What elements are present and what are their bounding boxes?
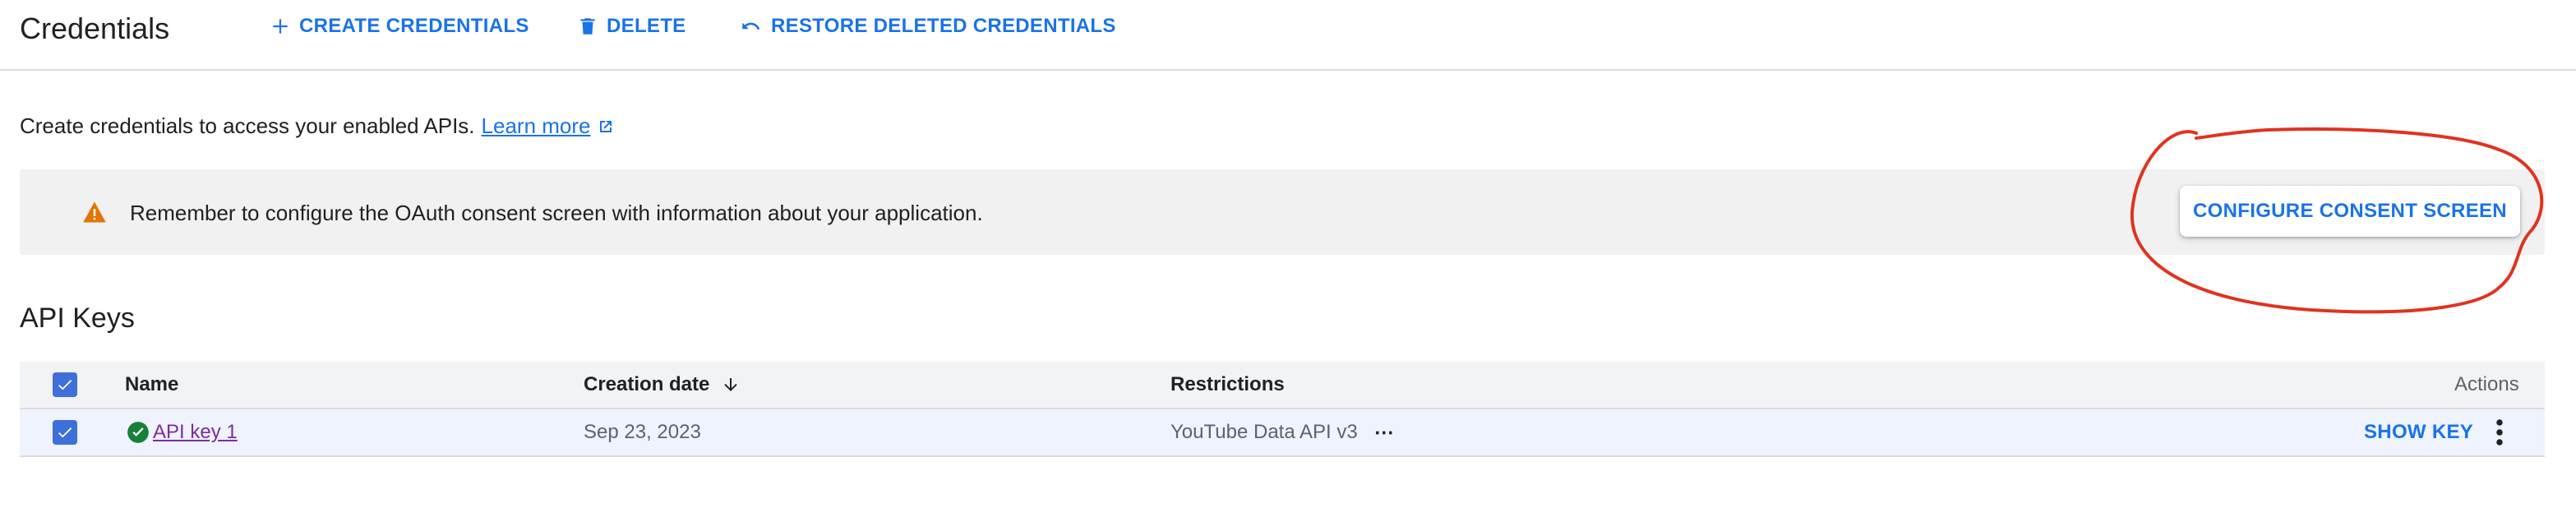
column-header-restrictions[interactable]: Restrictions (1170, 362, 1285, 408)
select-all-checkbox[interactable] (53, 372, 77, 397)
more-restrictions-icon[interactable]: ⋯ (1374, 421, 1394, 445)
creation-date-label: Creation date (584, 373, 710, 395)
undo-icon (742, 22, 760, 30)
check-circle-icon (127, 422, 149, 443)
api-keys-table-header: Name Creation date Restrictions Actions (20, 362, 2545, 409)
restore-label: RESTORE DELETED CREDENTIALS (771, 15, 1116, 37)
oauth-warning-banner: Remember to configure the OAuth consent … (20, 169, 2545, 255)
intro-line: Create credentials to access your enable… (20, 113, 616, 139)
create-credentials-label: CREATE CREDENTIALS (299, 15, 529, 37)
sort-arrow-down-icon[interactable] (721, 373, 741, 396)
configure-consent-screen-button[interactable]: CONFIGURE CONSENT SCREEN (2180, 186, 2520, 237)
column-header-name[interactable]: Name (125, 362, 178, 408)
delete-label: DELETE (607, 15, 686, 37)
trash-icon (580, 18, 595, 35)
column-header-actions: Actions (2454, 373, 2519, 395)
more-vert-icon[interactable] (2494, 418, 2505, 447)
column-header-creation-date[interactable]: Creation date (584, 362, 741, 408)
restore-deleted-credentials-button[interactable]: RESTORE DELETED CREDENTIALS (738, 15, 1116, 38)
delete-button[interactable]: DELETE (577, 15, 686, 38)
plus-icon (273, 19, 288, 34)
api-key-name-link[interactable]: API key 1 (153, 421, 238, 444)
table-row[interactable]: API key 1 Sep 23, 2023 YouTube Data API … (20, 409, 2545, 457)
creation-date-cell: Sep 23, 2023 (584, 421, 701, 443)
page-header: Credentials CREATE CREDENTIALS DELETE RE… (0, 0, 2576, 71)
warning-icon (83, 201, 106, 223)
create-credentials-button[interactable]: CREATE CREDENTIALS (270, 15, 529, 38)
api-keys-section-title: API Keys (20, 302, 135, 334)
show-key-button[interactable]: SHOW KEY (2364, 409, 2473, 455)
check-icon (58, 427, 72, 438)
learn-more-link[interactable]: Learn more (482, 113, 591, 139)
row-checkbox[interactable] (53, 420, 77, 445)
check-icon (58, 380, 72, 390)
page-title: Credentials (20, 12, 170, 45)
intro-text: Create credentials to access your enable… (20, 113, 475, 138)
restrictions-text: YouTube Data API v3 (1170, 421, 1358, 443)
restrictions-cell: YouTube Data API v3 ⋯ (1170, 409, 1394, 455)
external-link-icon[interactable] (596, 117, 616, 136)
banner-message: Remember to configure the OAuth consent … (130, 201, 983, 225)
